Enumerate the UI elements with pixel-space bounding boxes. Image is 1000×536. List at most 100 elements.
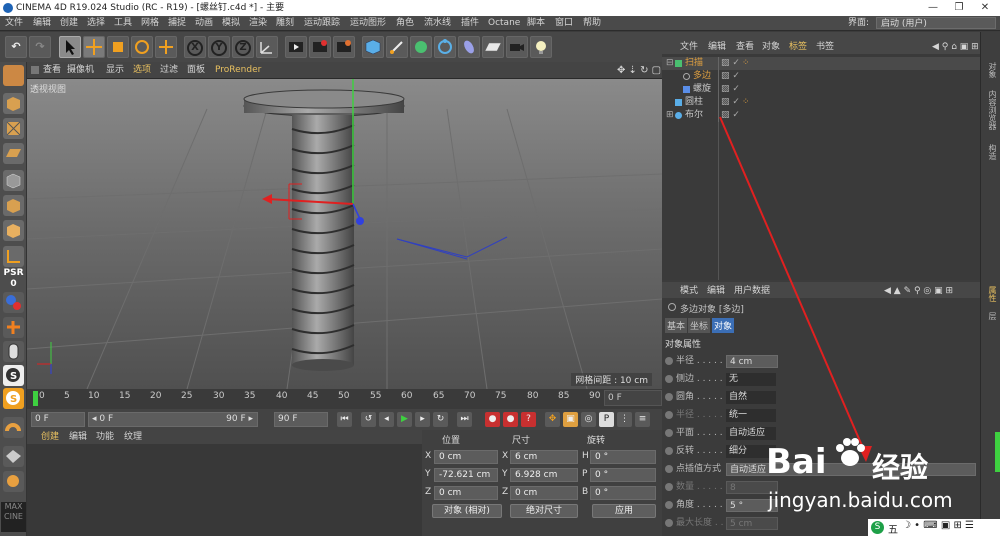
scrollbar-indicator[interactable] — [995, 432, 1000, 472]
menu-file[interactable]: 文件 — [5, 16, 23, 31]
visibility-toggle[interactable]: ▨ ✓ — [721, 57, 740, 70]
material-menu-function[interactable]: 功能 — [96, 430, 114, 444]
z-axis-lock-button[interactable]: Z — [232, 36, 254, 58]
layout-dropdown[interactable]: 启动 (用户) — [876, 17, 996, 29]
visibility-toggle[interactable]: ▨ ✓ — [721, 70, 740, 83]
object-row[interactable]: 螺旋 ▨ ✓ — [662, 83, 980, 96]
previous-frame-icon[interactable]: ◂ — [379, 412, 394, 427]
objmgr-menu-tags[interactable]: 标签 — [789, 38, 807, 56]
rotate-tool-icon[interactable] — [131, 36, 153, 58]
dock-tab-layers[interactable]: 层 — [984, 312, 998, 320]
menu-window[interactable]: 窗口 — [555, 16, 573, 31]
next-frame-icon[interactable]: ▸ — [415, 412, 430, 427]
dock-tab-structure[interactable]: 构造 — [984, 144, 998, 160]
scale-tool-icon[interactable] — [107, 36, 129, 58]
coordinate-system-icon[interactable] — [256, 36, 278, 58]
render-settings-icon[interactable] — [333, 36, 355, 58]
menu-mograph[interactable]: 运动图形 — [350, 16, 386, 31]
radio-icon[interactable] — [665, 519, 673, 527]
magnet-icon[interactable] — [3, 417, 24, 438]
menu-sculpt[interactable]: 雕刻 — [276, 16, 294, 31]
render-region-icon[interactable] — [3, 471, 24, 492]
menu-animate[interactable]: 动画 — [195, 16, 213, 31]
menu-script[interactable]: 脚本 — [527, 16, 545, 31]
texture-mode-icon[interactable] — [3, 118, 24, 139]
expand-icon[interactable]: ⊞ — [666, 109, 674, 122]
workplane-icon[interactable] — [3, 143, 24, 164]
size-x-field[interactable]: 6 cm — [510, 450, 578, 464]
points-mode-icon[interactable] — [3, 170, 24, 191]
edges-mode-icon[interactable] — [3, 195, 24, 216]
objmgr-menu-file[interactable]: 文件 — [680, 38, 698, 56]
make-editable-icon[interactable] — [3, 65, 24, 86]
menu-snap[interactable]: 捕捉 — [168, 16, 186, 31]
objmgr-tools-icon[interactable]: ◀ ⚲ ⌂ ▣ ⊞ — [932, 38, 979, 56]
viewport-menu-options[interactable]: 选项 — [133, 62, 151, 79]
radio-icon[interactable] — [665, 501, 673, 509]
object-row[interactable]: ⊟ 扫描 ▨ ✓ ⁘ — [662, 57, 980, 70]
dropdown-option[interactable]: 无 — [726, 373, 776, 386]
cube-primitive-icon[interactable] — [362, 36, 384, 58]
viewport-menu-display[interactable]: 显示 — [106, 62, 124, 79]
viewport-menu-prorender[interactable]: ProRender — [215, 62, 261, 79]
autokey-icon[interactable]: ● — [503, 412, 518, 427]
key-position-icon[interactable]: ✥ — [545, 412, 560, 427]
perspective-viewport[interactable]: 透视视图 网格间距 : 10 cm — [27, 79, 662, 389]
next-key-icon[interactable]: ↻ — [433, 412, 448, 427]
visibility-toggle[interactable]: ▨ ✓ — [721, 83, 740, 96]
render-view-icon[interactable] — [285, 36, 307, 58]
objmgr-menu-view[interactable]: 查看 — [736, 38, 754, 56]
close-button[interactable]: ✕ — [972, 0, 998, 16]
go-to-end-icon[interactable]: ⏭ — [457, 412, 472, 427]
menu-render[interactable]: 渲染 — [249, 16, 267, 31]
current-frame-field[interactable]: 0 F — [604, 390, 662, 406]
viewport-navigation-icon[interactable]: ✥ ⇣ ↻ ▢ — [617, 62, 661, 79]
attr-tab-object[interactable]: 对象 — [712, 318, 735, 333]
play-button-icon[interactable]: ▶ — [397, 412, 412, 427]
timeline-menu-icon[interactable]: ≡ — [635, 412, 650, 427]
model-mode-icon[interactable] — [3, 93, 24, 114]
pos-x-field[interactable]: 0 cm — [434, 450, 498, 464]
polygons-mode-icon[interactable] — [3, 220, 24, 241]
rot-h-field[interactable]: 0 ° — [590, 450, 656, 464]
material-menu-create[interactable]: 创建 — [41, 430, 59, 444]
dropdown-option[interactable]: 自然 — [726, 391, 776, 404]
x-axis-lock-button[interactable]: X — [184, 36, 206, 58]
menu-edit[interactable]: 编辑 — [33, 16, 51, 31]
menu-character[interactable]: 角色 — [396, 16, 414, 31]
objmgr-menu-bookmarks[interactable]: 书签 — [816, 38, 834, 56]
radio-icon[interactable] — [665, 483, 673, 491]
array-icon[interactable] — [434, 36, 456, 58]
tag-icon[interactable]: ⁘ — [742, 57, 750, 70]
attr-tab-coord[interactable]: 坐标 — [688, 318, 711, 333]
visibility-toggle[interactable]: ▨ ✓ — [721, 109, 740, 122]
radio-icon[interactable] — [665, 411, 673, 419]
soft-selection-icon[interactable] — [3, 292, 24, 313]
attr-nav-icon[interactable]: ◀ ▲ ✎ ⚲ ◎ ▣ ⊞ — [884, 283, 953, 299]
menu-pipeline[interactable]: 流水线 — [424, 16, 451, 31]
camera-icon[interactable] — [506, 36, 528, 58]
object-row[interactable]: 圆柱 ▨ ✓ ⁘ — [662, 96, 980, 109]
dock-tab-content-browser[interactable]: 内容浏览器 — [984, 90, 998, 130]
ime-tools-icon[interactable]: ☽ • ⌨ ▣ ⊞ ☰ — [902, 520, 974, 531]
maximize-button[interactable]: ❐ — [946, 0, 972, 16]
object-row[interactable]: ⊞ 布尔 ▨ ✓ — [662, 109, 980, 122]
viewport-menu-camera[interactable]: 摄像机 — [67, 62, 94, 79]
objmgr-menu-edit[interactable]: 编辑 — [708, 38, 726, 56]
size-mode-dropdown[interactable]: 绝对尺寸 — [510, 504, 578, 518]
ime-mode-label[interactable]: 五 — [888, 521, 898, 536]
coordinate-mode-dropdown[interactable]: 对象 (相对) — [432, 504, 502, 518]
redo-button[interactable]: ↷ — [29, 36, 51, 58]
dock-tab-attributes[interactable]: 属性 — [984, 286, 998, 302]
select-arrow-icon[interactable] — [59, 36, 81, 58]
playhead[interactable] — [33, 391, 38, 406]
viewport-menu-filter[interactable]: 过滤 — [160, 62, 178, 79]
move-tool-icon[interactable] — [83, 36, 105, 58]
minimize-button[interactable]: — — [920, 0, 946, 16]
size-z-field[interactable]: 0 cm — [510, 486, 578, 500]
radio-icon[interactable] — [665, 375, 673, 383]
menu-octane[interactable]: Octane — [488, 16, 520, 31]
y-axis-lock-button[interactable]: Y — [208, 36, 230, 58]
radius-field[interactable]: 4 cm — [726, 355, 778, 368]
objmgr-menu-objects[interactable]: 对象 — [762, 38, 780, 56]
